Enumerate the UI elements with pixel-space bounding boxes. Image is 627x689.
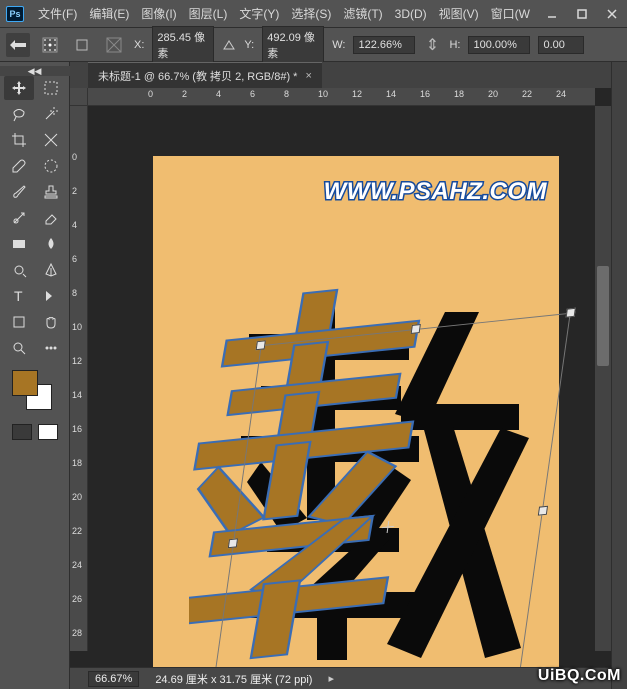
minimize-button[interactable] — [537, 4, 567, 24]
watermark-text: WWW.PSAHZ.COM — [324, 178, 547, 206]
tab-close-icon[interactable]: × — [305, 70, 311, 82]
stamp-tool-icon[interactable] — [36, 180, 66, 204]
patch-tool-icon[interactable] — [36, 154, 66, 178]
history-brush-tool-icon[interactable] — [4, 206, 34, 230]
menu-file[interactable]: 文件(F) — [32, 1, 83, 26]
zoom-field[interactable]: 66.67% — [88, 671, 139, 687]
menu-bar: Ps 文件(F) 编辑(E) 图像(I) 图层(L) 文字(Y) 选择(S) 滤… — [0, 1, 536, 26]
right-panel-strip[interactable] — [611, 62, 627, 689]
tool-grid: T — [4, 76, 66, 360]
w-input[interactable]: 122.66% — [353, 36, 415, 54]
triangle-y-icon[interactable] — [222, 36, 236, 54]
vertical-scrollbar[interactable] — [595, 106, 611, 651]
menu-edit[interactable]: 编辑(E) — [83, 1, 135, 26]
gradient-tool-icon[interactable] — [4, 232, 34, 256]
x-input[interactable]: 285.45 像素 — [152, 26, 214, 64]
window-controls — [537, 4, 627, 24]
menu-view[interactable]: 视图(V) — [433, 1, 485, 26]
shape-tool-icon[interactable] — [4, 310, 34, 334]
h-input[interactable]: 100.00% — [468, 36, 530, 54]
status-bar: 66.67% 24.69 厘米 x 31.75 厘米 (72 ppi) ▸ — [70, 667, 611, 689]
type-tool-icon[interactable]: T — [4, 284, 34, 308]
reference-point-icon[interactable] — [38, 33, 62, 57]
menu-select[interactable]: 选择(S) — [285, 1, 337, 26]
w-label: W: — [332, 39, 345, 51]
menu-3d[interactable]: 3D(D) — [389, 3, 433, 25]
document-area: 未标题-1 @ 66.7% (教 拷贝 2, RGB/8#) * × 02468… — [70, 62, 611, 689]
relative-icon[interactable] — [70, 33, 94, 57]
menu-layer[interactable]: 图层(L) — [183, 1, 234, 26]
foreground-color-swatch[interactable] — [12, 370, 38, 396]
tools-panel: ◀◀ T — [0, 62, 70, 689]
document-tab-bar: 未标题-1 @ 66.7% (教 拷贝 2, RGB/8#) * × — [70, 62, 611, 88]
ruler-corner — [70, 88, 88, 106]
eyedropper-tool-icon[interactable] — [4, 154, 34, 178]
lasso-tool-icon[interactable] — [4, 102, 34, 126]
h-label: H: — [449, 39, 460, 51]
canvas[interactable]: WWW.PSAHZ.COM — [153, 156, 559, 667]
y-input[interactable]: 492.09 像素 — [262, 26, 324, 64]
main-area: ◀◀ T — [0, 62, 627, 689]
marquee-tool-icon[interactable] — [36, 76, 66, 100]
y-label: Y: — [244, 39, 254, 51]
tool-preset-icon[interactable] — [6, 33, 30, 57]
rotation-input[interactable]: 0.00 — [538, 36, 584, 54]
link-wh-icon[interactable]: ⇕ — [423, 35, 441, 55]
slice-tool-icon[interactable] — [36, 128, 66, 152]
document-tab[interactable]: 未标题-1 @ 66.7% (教 拷贝 2, RGB/8#) * × — [88, 62, 322, 88]
zoom-tool-icon[interactable] — [4, 336, 34, 360]
handle-tr[interactable] — [566, 308, 576, 318]
menu-filter[interactable]: 滤镜(T) — [337, 1, 388, 26]
photoshop-app: Ps 文件(F) 编辑(E) 图像(I) 图层(L) 文字(Y) 选择(S) 滤… — [0, 0, 627, 689]
maximize-button[interactable] — [567, 4, 597, 24]
hand-tool-icon[interactable] — [36, 310, 66, 334]
ruler-horizontal[interactable]: 024681012141618202224 — [88, 88, 595, 106]
quick-mask-group — [12, 424, 58, 440]
magic-wand-tool-icon[interactable] — [36, 102, 66, 126]
x-label: X: — [134, 39, 144, 51]
svg-text:T: T — [14, 288, 23, 304]
document-tab-title: 未标题-1 @ 66.7% (教 拷贝 2, RGB/8#) * — [98, 68, 297, 84]
edit-toolbar-icon[interactable] — [36, 336, 66, 360]
color-swatches[interactable] — [12, 370, 58, 416]
site-watermark: UiBQ.CoM — [538, 667, 621, 685]
handle-r[interactable] — [538, 505, 548, 515]
scrollbar-thumb[interactable] — [597, 266, 609, 366]
app-logo: Ps — [6, 6, 24, 22]
path-tool-icon[interactable] — [36, 284, 66, 308]
menu-image[interactable]: 图像(I) — [135, 1, 182, 26]
dodge-tool-icon[interactable] — [4, 258, 34, 282]
crop-tool-icon[interactable] — [4, 128, 34, 152]
blur-tool-icon[interactable] — [36, 232, 66, 256]
tools-collapser[interactable]: ◀◀ — [0, 66, 70, 76]
move-tool-icon[interactable] — [4, 76, 34, 100]
quick-mask-icon[interactable] — [12, 424, 32, 440]
reference-point-2-icon[interactable] — [102, 33, 126, 57]
viewport[interactable]: WWW.PSAHZ.COM — [88, 106, 595, 651]
titlebar: Ps 文件(F) 编辑(E) 图像(I) 图层(L) 文字(Y) 选择(S) 滤… — [0, 0, 627, 28]
close-button[interactable] — [597, 4, 627, 24]
brush-tool-icon[interactable] — [4, 180, 34, 204]
menu-type[interactable]: 文字(Y) — [233, 1, 285, 26]
doc-dimensions: 24.69 厘米 x 31.75 厘米 (72 ppi) — [155, 671, 312, 687]
pen-tool-icon[interactable] — [36, 258, 66, 282]
canvas-viewport-wrap: 024681012141618202224 024681012141618202… — [70, 88, 611, 667]
options-bar: X: 285.45 像素 Y: 492.09 像素 W: 122.66% ⇕ H… — [0, 28, 627, 62]
ruler-vertical[interactable]: 024681012141618202224262830 — [70, 106, 88, 651]
artwork — [189, 286, 529, 666]
menu-window[interactable]: 窗口(W — [485, 1, 536, 26]
eraser-tool-icon[interactable] — [36, 206, 66, 230]
screen-mode-icon[interactable] — [38, 424, 58, 440]
